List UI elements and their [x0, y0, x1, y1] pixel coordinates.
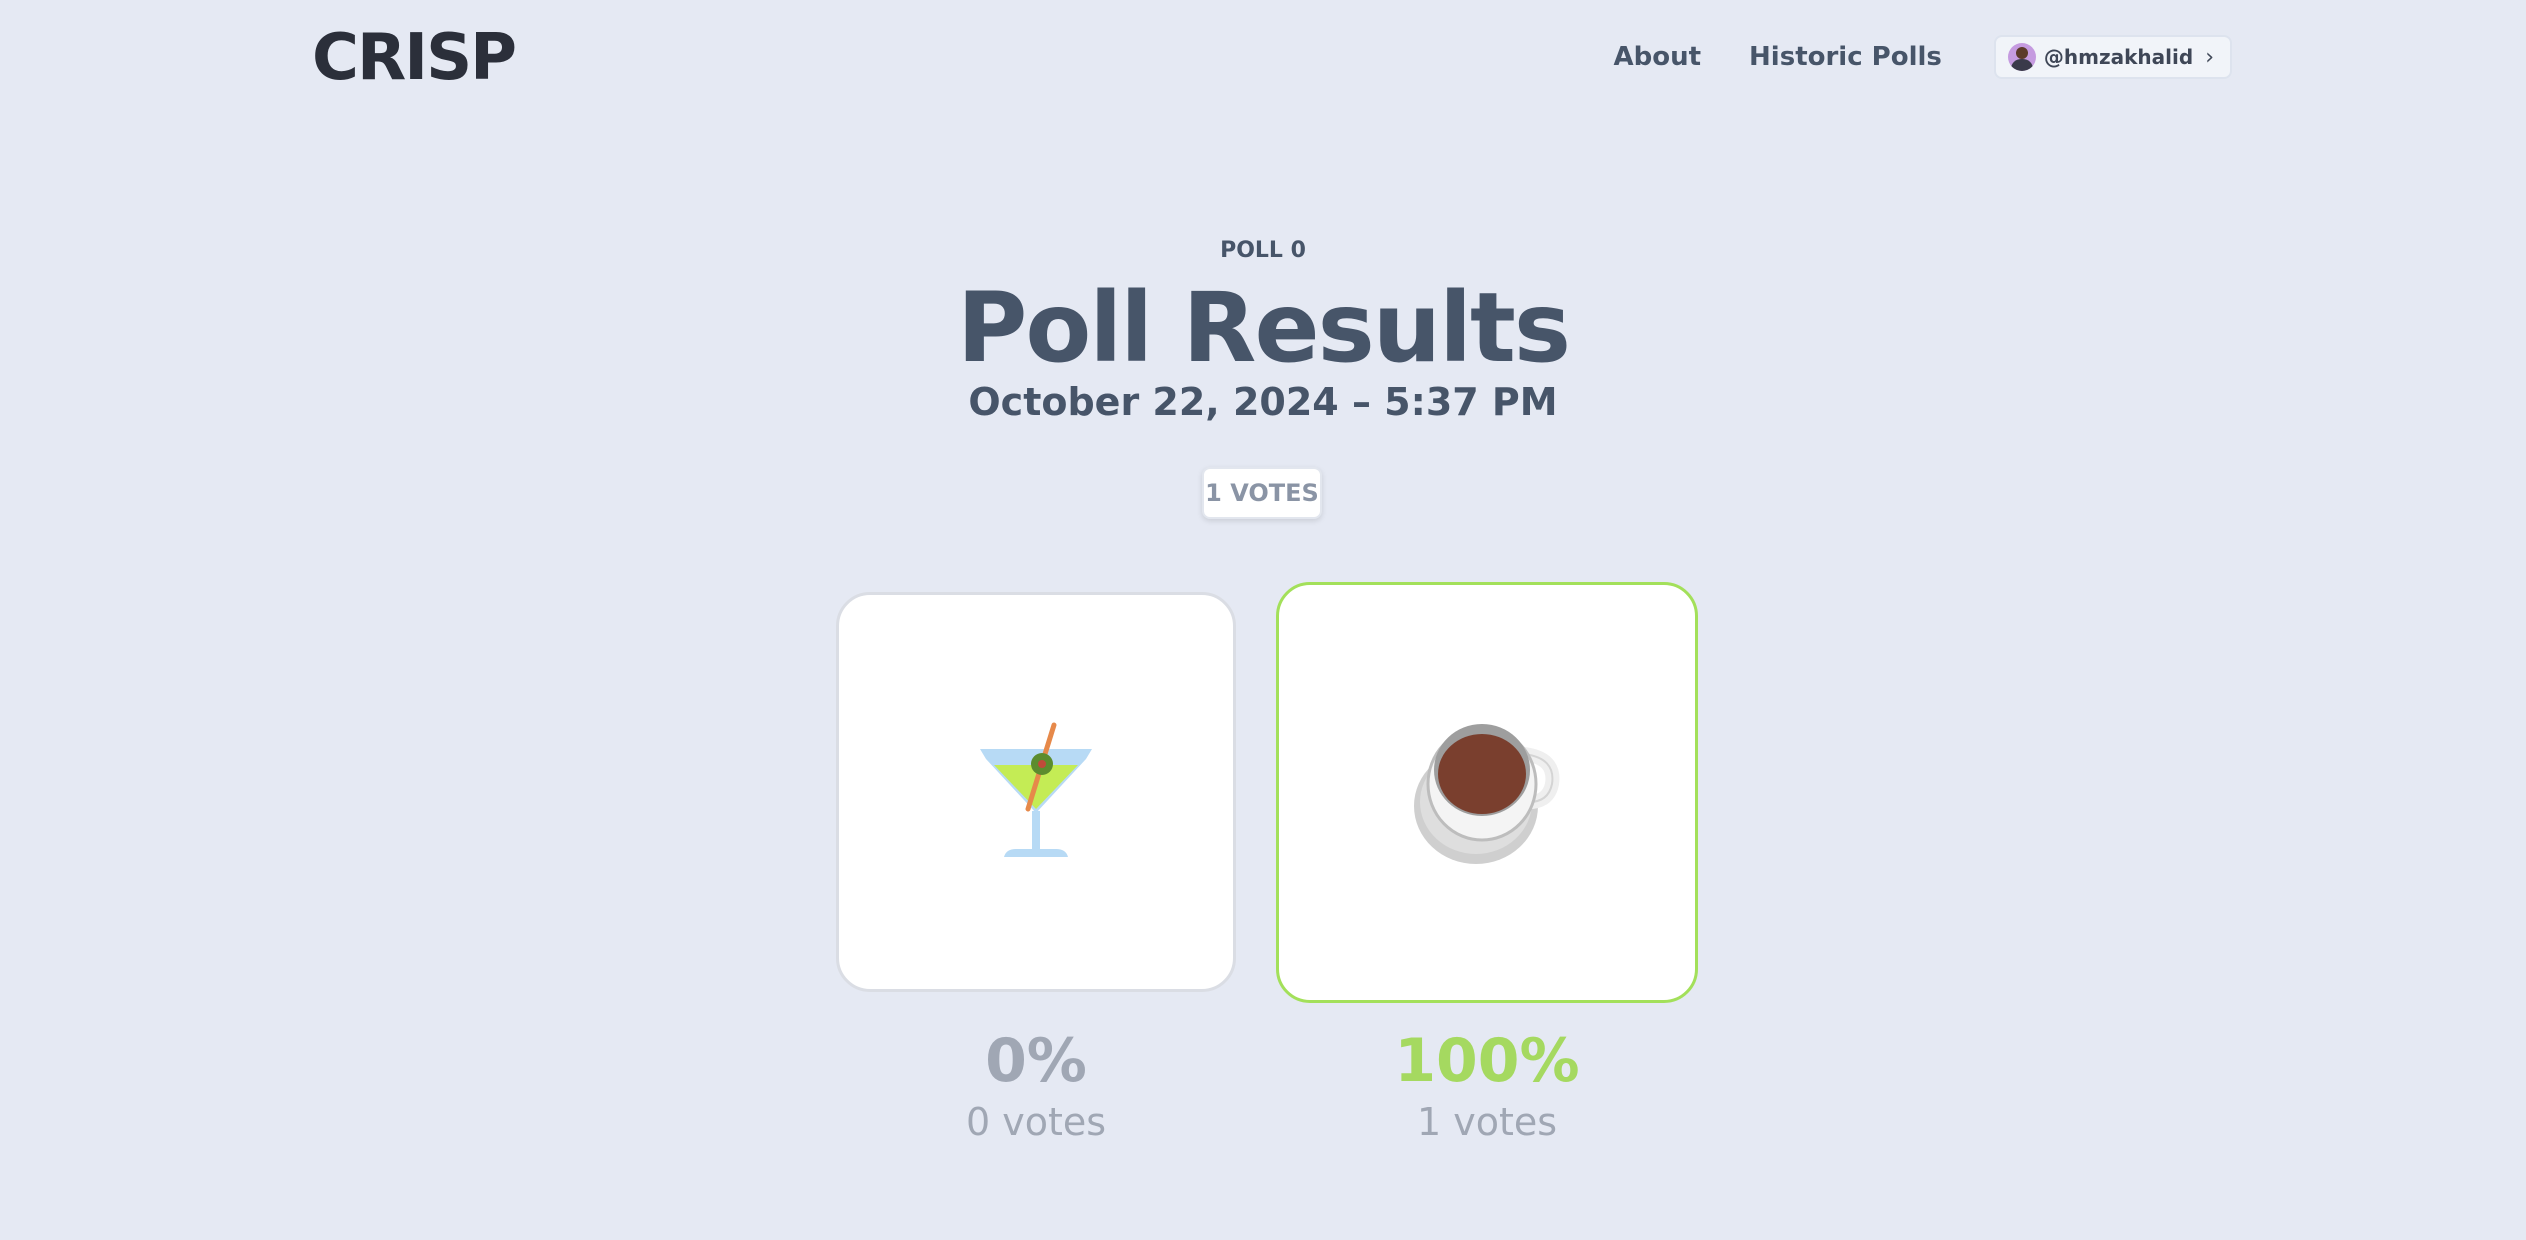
chevron-right-icon: ›: [2205, 44, 2214, 70]
poll-number: POLL 0: [1220, 238, 1306, 263]
cocktail-glass-icon: [980, 722, 1092, 857]
poll-option-card-cocktail[interactable]: [836, 592, 1236, 992]
option-votes-coffee: 1 votes: [1416, 1100, 1558, 1144]
coffee-cup-icon: [1414, 723, 1560, 864]
crisp-logo[interactable]: CRISP: [312, 26, 517, 90]
nav-about-link[interactable]: About: [1614, 42, 1702, 72]
avatar: [2007, 43, 2036, 71]
main-nav: About Historic Polls @hmzakhalid ›: [1614, 34, 2232, 80]
option-percent-cocktail: 0%: [985, 1026, 1087, 1096]
top-header: CRISP About Historic Polls @hmzakhalid ›: [0, 0, 2526, 115]
poll-option-card-coffee[interactable]: [1276, 582, 1698, 1003]
user-handle: @hmzakhalid: [2043, 45, 2194, 69]
nav-historic-polls-link[interactable]: Historic Polls: [1749, 42, 1942, 72]
option-votes-cocktail: 0 votes: [965, 1100, 1107, 1144]
option-percent-coffee: 100%: [1394, 1026, 1580, 1096]
user-menu-button[interactable]: @hmzakhalid ›: [1993, 35, 2232, 79]
page-title: Poll Results: [957, 272, 1571, 384]
total-votes-badge: 1 VOTES: [1202, 467, 1322, 519]
poll-datetime: October 22, 2024 – 5:37 PM: [968, 380, 1558, 424]
